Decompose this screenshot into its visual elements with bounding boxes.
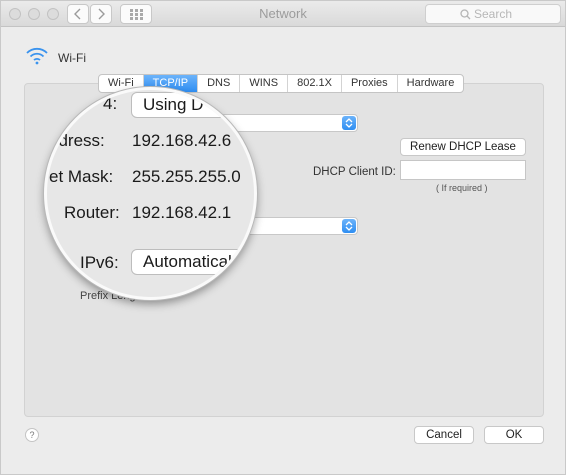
popup-arrows-icon <box>342 116 356 130</box>
subnet-mask-label: et Mask: <box>49 167 114 186</box>
tab-hardware[interactable]: Hardware <box>398 75 464 92</box>
help-button[interactable]: ? <box>25 428 39 442</box>
configure-ipv6-value[interactable]: Automatical <box>131 249 254 275</box>
tab-8021x[interactable]: 802.1X <box>288 75 342 92</box>
subnet-mask-value: 255.255.255.0 <box>132 167 241 186</box>
ip-address-label: ddress: <box>49 131 105 150</box>
ok-button[interactable]: OK <box>484 426 544 444</box>
tab-dns[interactable]: DNS <box>198 75 241 92</box>
network-preferences-window: Network Search Wi-Fi Wi-Fi TCP/IP DNS WI… <box>0 0 566 475</box>
tab-proxies[interactable]: Proxies <box>342 75 398 92</box>
configure-ipv4-label: 4: <box>103 94 118 113</box>
dhcp-client-id-label: DHCP Client ID: <box>313 166 396 178</box>
tab-wins[interactable]: WINS <box>240 75 289 92</box>
title-bar: Network Search <box>1 1 565 27</box>
popup-arrows-icon <box>342 219 356 233</box>
renew-dhcp-lease-button[interactable]: Renew DHCP Lease <box>400 138 526 156</box>
search-placeholder: Search <box>474 7 513 21</box>
configure-ipv4-value[interactable]: Using D <box>131 92 254 118</box>
ip-address-value: 192.168.42.6 <box>132 131 232 150</box>
search-icon <box>460 9 471 20</box>
cancel-button[interactable]: Cancel <box>414 426 474 444</box>
magnifier-lens: 4: Using D ddress: 192.168.42.6 et Mask:… <box>44 87 257 300</box>
router-value: 192.168.42.1 <box>132 203 232 222</box>
search-field[interactable]: Search <box>425 4 561 24</box>
router-label: Router: <box>64 203 120 222</box>
interface-name: Wi-Fi <box>58 51 86 65</box>
dhcp-client-id-field[interactable] <box>400 160 526 180</box>
wifi-icon <box>26 47 48 65</box>
configure-ipv6-label: IPv6: <box>80 253 119 272</box>
dhcp-client-id-hint: ( If required ) <box>436 183 488 193</box>
